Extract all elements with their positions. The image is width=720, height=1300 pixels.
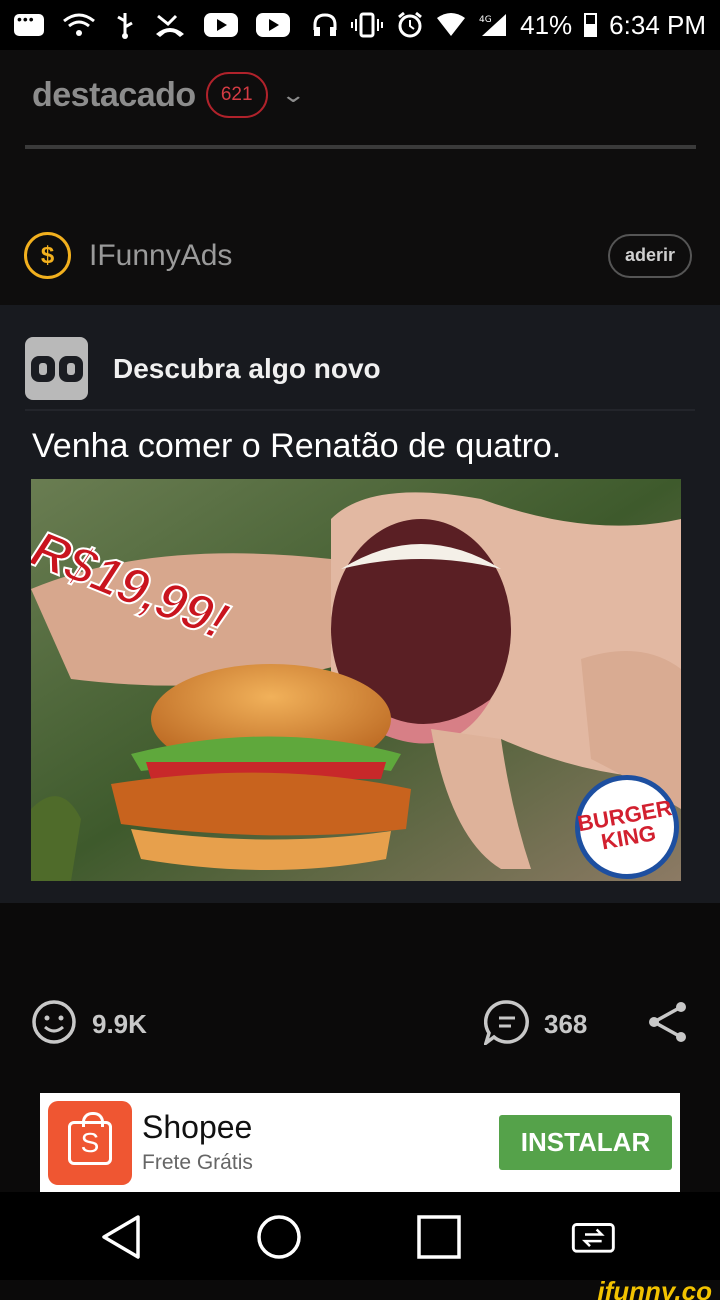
post-card: Descubra algo novo Venha comer o Renatão… — [0, 305, 720, 903]
ads-user-row: $ IFunnyAds aderir — [24, 232, 692, 279]
clock: 6:34 PM — [609, 10, 706, 40]
post-caption: Venha comer o Renatão de quatro. — [32, 427, 562, 465]
navigation-bar — [0, 1192, 720, 1280]
vibrate-icon — [351, 12, 384, 38]
brand-logo-text: BURGER KING — [575, 795, 675, 855]
watermark: ifunny.co — [597, 1276, 712, 1300]
post-actions: 9.9K 368 — [0, 903, 720, 1093]
shopee-logo-icon: S — [48, 1101, 132, 1185]
recent-apps-icon[interactable] — [414, 1212, 464, 1262]
shopping-bag-icon: S — [68, 1112, 112, 1165]
battery-percent: 41% — [520, 10, 573, 40]
header: destacado 621 ⌄ $ IFunnyAds aderir — [0, 50, 720, 305]
feed-selector[interactable]: destacado 621 ⌄ — [32, 72, 306, 118]
post-divider — [25, 409, 695, 411]
youtube-icon — [256, 13, 290, 37]
battery-icon — [584, 13, 598, 37]
back-icon[interactable] — [98, 1212, 148, 1262]
messages-icon — [14, 11, 44, 36]
burger-king-logo: BURGER KING — [575, 775, 679, 879]
smile-count: 9.9K — [92, 1009, 147, 1039]
post-image[interactable]: R$19,99! BURGER KING — [31, 479, 681, 881]
header-divider — [25, 145, 696, 149]
svg-text:4G: 4G — [479, 15, 492, 25]
screen-switch-icon[interactable] — [570, 1212, 620, 1262]
home-icon[interactable] — [254, 1212, 304, 1262]
comment-count: 368 — [544, 1009, 588, 1039]
dollar-coin-icon: $ — [24, 232, 71, 279]
alarm-icon — [398, 11, 423, 38]
status-bar: 4G 41% 6:34 PM — [0, 0, 720, 50]
source-logo-icon[interactable] — [25, 337, 88, 400]
ad-banner[interactable]: S Shopee Frete Grátis INSTALAR — [40, 1093, 680, 1192]
cell-signal-icon: 4G — [479, 14, 507, 36]
install-button[interactable]: INSTALAR — [499, 1115, 672, 1170]
usb-icon — [117, 13, 133, 39]
ads-username[interactable]: IFunnyAds — [89, 239, 232, 273]
join-button[interactable]: aderir — [608, 233, 692, 278]
wifi-signal-icon — [437, 13, 466, 36]
headphones-icon — [313, 13, 337, 36]
chevron-down-icon: ⌄ — [280, 82, 306, 107]
ad-subtitle: Frete Grátis — [142, 1151, 253, 1174]
post-source-name[interactable]: Descubra algo novo — [113, 353, 381, 385]
feed-title: destacado — [32, 75, 196, 114]
youtube-icon — [204, 13, 238, 37]
comment-icon[interactable] — [484, 999, 530, 1045]
post-header: Descubra algo novo — [25, 337, 381, 400]
smile-icon[interactable] — [31, 999, 77, 1045]
notification-count-badge: 621 — [205, 72, 268, 118]
missed-call-icon — [156, 14, 184, 37]
wifi-icon — [63, 13, 95, 36]
share-icon[interactable] — [646, 999, 690, 1045]
ad-title: Shopee — [142, 1109, 253, 1145]
